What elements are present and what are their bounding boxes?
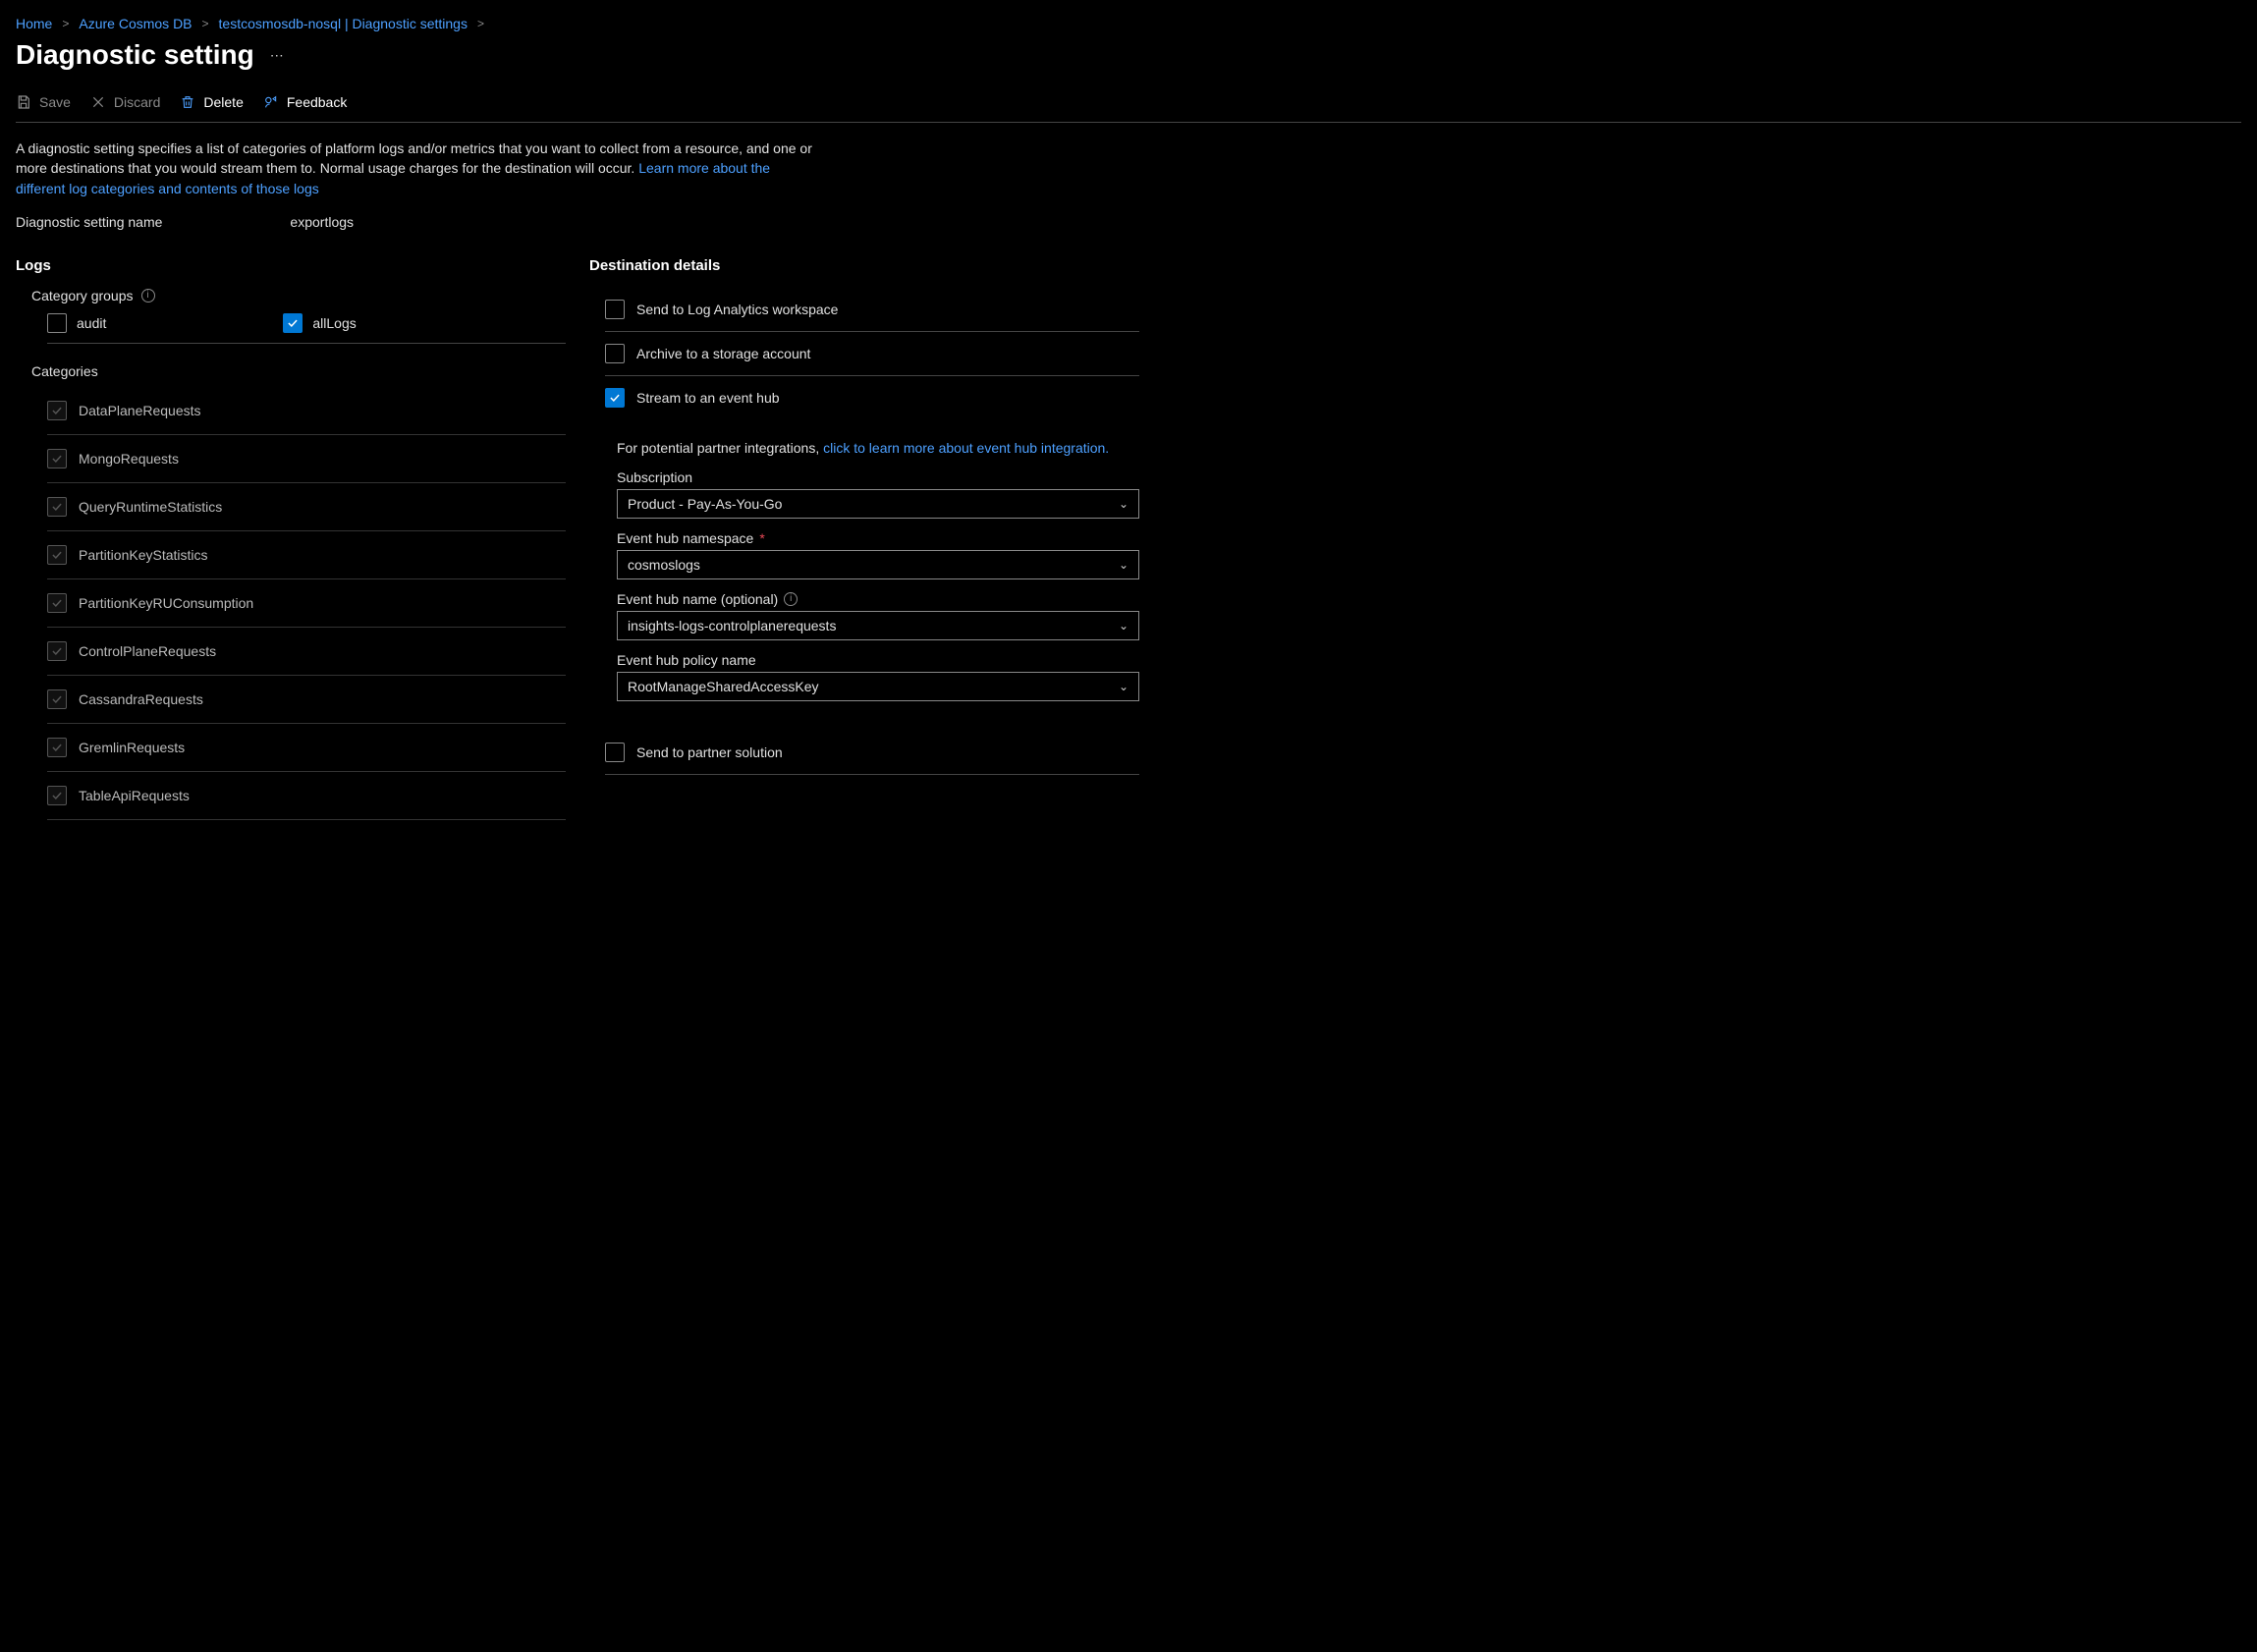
breadcrumb: Home > Azure Cosmos DB > testcosmosdb-no…	[16, 16, 2241, 31]
checkbox-log-analytics[interactable]: Send to Log Analytics workspace	[605, 288, 1139, 332]
chevron-down-icon: ⌄	[1119, 619, 1128, 633]
logs-heading: Logs	[16, 257, 566, 274]
info-icon[interactable]: i	[784, 592, 798, 606]
subscription-select[interactable]: Product - Pay-As-You-Go ⌄	[617, 489, 1139, 519]
policy-select[interactable]: RootManageSharedAccessKey ⌄	[617, 672, 1139, 701]
chevron-right-icon: >	[477, 17, 484, 30]
trash-icon	[180, 94, 195, 110]
setting-name-label: Diagnostic setting name	[16, 214, 162, 230]
checkbox-partner-solution[interactable]: Send to partner solution	[605, 731, 1139, 775]
breadcrumb-home[interactable]: Home	[16, 16, 52, 31]
checkbox-event-hub[interactable]: Stream to an event hub	[605, 376, 1139, 419]
chevron-down-icon: ⌄	[1119, 680, 1128, 693]
namespace-select[interactable]: cosmoslogs ⌄	[617, 550, 1139, 579]
feedback-icon	[263, 94, 279, 110]
delete-button[interactable]: Delete	[180, 94, 243, 110]
checkbox-category-mongorequests[interactable]: MongoRequests	[47, 435, 566, 483]
chevron-right-icon: >	[202, 17, 209, 30]
policy-label: Event hub policy name	[617, 652, 1139, 668]
categories-label: Categories	[31, 363, 566, 379]
destination-heading: Destination details	[589, 257, 1139, 274]
category-groups-label: Category groups	[31, 288, 134, 303]
event-hub-learn-link[interactable]: click to learn more about event hub inte…	[823, 440, 1109, 456]
partner-note: For potential partner integrations, clic…	[617, 439, 1139, 459]
checkbox-category-tableapirequests[interactable]: TableApiRequests	[47, 772, 566, 820]
checkbox-category-cassandrarequests[interactable]: CassandraRequests	[47, 676, 566, 724]
feedback-button[interactable]: Feedback	[263, 94, 347, 110]
checkbox-category-partitionkeyruconsumption[interactable]: PartitionKeyRUConsumption	[47, 579, 566, 628]
hub-name-select[interactable]: insights-logs-controlplanerequests ⌄	[617, 611, 1139, 640]
close-icon	[90, 94, 106, 110]
chevron-down-icon: ⌄	[1119, 497, 1128, 511]
discard-button[interactable]: Discard	[90, 94, 160, 110]
toolbar: Save Discard Delete Feedback	[16, 94, 2241, 123]
checkbox-audit[interactable]: audit	[47, 313, 106, 333]
checkbox-alllogs[interactable]: allLogs	[283, 313, 356, 333]
save-button[interactable]: Save	[16, 94, 71, 110]
setting-name-value: exportlogs	[290, 214, 354, 230]
description-text: A diagnostic setting specifies a list of…	[16, 138, 821, 198]
breadcrumb-resource[interactable]: testcosmosdb-nosql | Diagnostic settings	[219, 16, 468, 31]
hub-name-label: Event hub name (optional) i	[617, 591, 1139, 607]
namespace-label: Event hub namespace*	[617, 530, 1139, 546]
checkbox-category-gremlinrequests[interactable]: GremlinRequests	[47, 724, 566, 772]
page-title: Diagnostic setting	[16, 39, 254, 71]
subscription-label: Subscription	[617, 469, 1139, 485]
breadcrumb-cosmos[interactable]: Azure Cosmos DB	[79, 16, 192, 31]
more-icon[interactable]: ⋯	[270, 47, 284, 64]
checkbox-category-partitionkeystatistics[interactable]: PartitionKeyStatistics	[47, 531, 566, 579]
checkbox-storage-account[interactable]: Archive to a storage account	[605, 332, 1139, 376]
chevron-right-icon: >	[62, 17, 69, 30]
info-icon[interactable]: i	[141, 289, 155, 303]
chevron-down-icon: ⌄	[1119, 558, 1128, 572]
save-icon	[16, 94, 31, 110]
checkbox-category-queryruntimestatistics[interactable]: QueryRuntimeStatistics	[47, 483, 566, 531]
checkbox-category-dataplanerequests[interactable]: DataPlaneRequests	[47, 387, 566, 435]
checkbox-category-controlplanerequests[interactable]: ControlPlaneRequests	[47, 628, 566, 676]
